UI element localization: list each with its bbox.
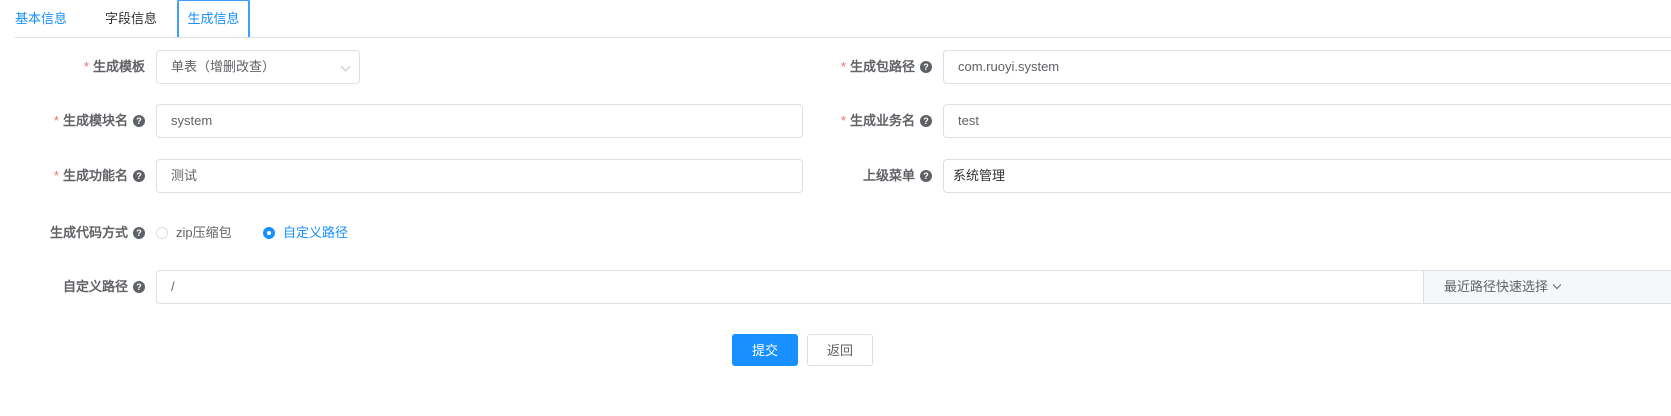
- tpl-category-label: * 生成模板: [83, 59, 145, 74]
- package-name-label: * 生成包路径?: [841, 50, 932, 84]
- tab-field-info[interactable]: 字段信息: [105, 0, 157, 37]
- question-icon[interactable]: ?: [133, 280, 145, 293]
- question-icon[interactable]: ?: [920, 60, 932, 73]
- question-icon[interactable]: ?: [920, 169, 932, 182]
- question-icon[interactable]: ?: [133, 114, 145, 127]
- back-button[interactable]: 返回: [807, 334, 873, 366]
- recent-path-dropdown[interactable]: 最近路径快速选择: [1423, 270, 1671, 304]
- tab-bar: 基本信息 字段信息 生成信息: [15, 0, 1671, 38]
- radio-circle: [156, 226, 168, 239]
- question-icon[interactable]: ?: [133, 226, 145, 239]
- module-name-input[interactable]: system: [156, 104, 803, 138]
- parent-menu-treeselect[interactable]: 系统管理 ×: [943, 159, 1671, 193]
- required-mark: *: [840, 113, 846, 128]
- business-name-input[interactable]: test: [943, 104, 1671, 138]
- radio-custom-path[interactable]: 自定义路径: [263, 224, 348, 242]
- required-mark: *: [53, 113, 59, 128]
- business-name-label: * 生成业务名?: [841, 104, 932, 138]
- radio-zip[interactable]: zip压缩包: [156, 224, 232, 242]
- gen-path-input[interactable]: /: [156, 270, 1424, 304]
- required-mark: *: [53, 168, 59, 183]
- tpl-category-select[interactable]: 单表（增删改查）: [156, 50, 360, 84]
- module-name-label: * 生成模块名?: [54, 104, 145, 138]
- function-name-input[interactable]: 测试: [156, 159, 803, 193]
- parent-menu-label: 上级菜单?: [863, 159, 932, 193]
- gen-type-label: 生成代码方式?: [50, 216, 145, 250]
- required-mark: *: [840, 59, 846, 74]
- required-mark: *: [83, 59, 89, 74]
- chevron-down-icon: [1552, 280, 1562, 290]
- question-icon[interactable]: ?: [133, 169, 145, 182]
- submit-button[interactable]: 提交: [732, 334, 798, 366]
- function-name-label: * 生成功能名?: [54, 159, 145, 193]
- gen-path-label: 自定义路径?: [63, 270, 145, 304]
- tab-basic-info[interactable]: 基本信息: [15, 0, 67, 37]
- radio-circle-checked: [263, 226, 275, 239]
- package-name-input[interactable]: com.ruoyi.system: [943, 50, 1671, 84]
- chevron-down-icon: [340, 61, 351, 72]
- question-icon[interactable]: ?: [920, 114, 932, 127]
- tab-generate-info[interactable]: 生成信息: [177, 0, 250, 37]
